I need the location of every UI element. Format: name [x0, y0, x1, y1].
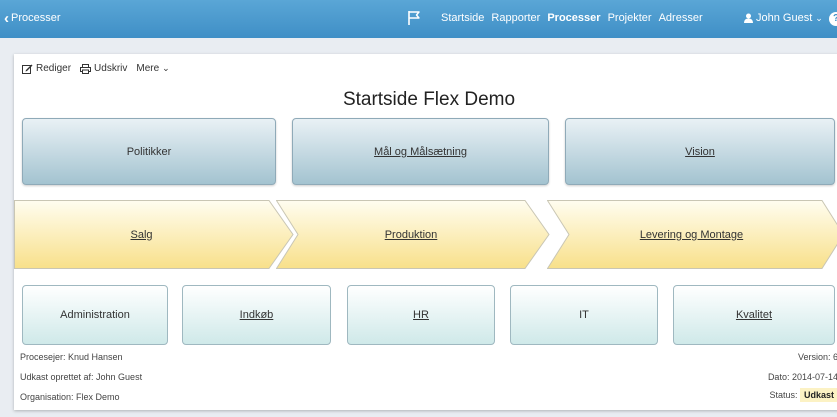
back-label: Processer	[11, 12, 61, 24]
user-name: John Guest	[756, 12, 813, 24]
edit-button[interactable]: Rediger	[22, 63, 71, 74]
draft-created-by: Udkast oprettet af: John Guest	[20, 372, 143, 382]
nav-startside[interactable]: Startside	[441, 12, 484, 24]
more-label: Mere	[136, 63, 160, 74]
nav-rapporter[interactable]: Rapporter	[491, 12, 540, 24]
arrow-label: Produktion	[384, 228, 438, 241]
process-arrow-produktion[interactable]: Produktion	[276, 200, 550, 269]
chevron-down-icon: ⌄	[815, 12, 823, 23]
back-to-processer-link[interactable]: ‹ Processer	[4, 9, 61, 27]
box-administration[interactable]: Administration	[22, 285, 168, 345]
top-navbar: ‹ Processer Startside Rapporter Processe…	[0, 0, 837, 38]
page-title: Startside Flex Demo	[342, 89, 516, 110]
nav-projekter[interactable]: Projekter	[608, 12, 652, 24]
flag-icon[interactable]	[407, 10, 421, 26]
chevron-down-icon: ⌄	[162, 63, 170, 73]
nav-processer[interactable]: Processer	[547, 12, 600, 24]
print-label: Udskriv	[94, 63, 128, 74]
status-badge: Udkast	[799, 388, 837, 402]
print-icon	[80, 63, 92, 74]
box-indkoeb[interactable]: Indkøb	[182, 285, 331, 345]
process-owner: Procesejer: Knud Hansen	[20, 352, 123, 362]
status-label: Status:	[769, 390, 798, 400]
box-vision[interactable]: Vision	[565, 118, 835, 185]
box-label: Politikker	[126, 145, 172, 158]
edit-icon	[22, 64, 33, 74]
date: Dato: 2014-07-14	[767, 372, 837, 382]
box-it[interactable]: IT	[510, 285, 658, 345]
box-label: Kvalitet	[735, 309, 773, 321]
box-label: IT	[579, 309, 589, 321]
arrow-label: Salg	[130, 228, 153, 241]
box-label: HR	[413, 309, 429, 321]
version: Version: 6	[797, 352, 837, 362]
status: Status: Udkast	[769, 388, 837, 402]
process-arrow-salg[interactable]: Salg	[14, 200, 294, 269]
user-icon	[744, 13, 753, 23]
help-icon[interactable]: ?	[829, 12, 837, 26]
edit-label: Rediger	[36, 63, 72, 74]
organisation: Organisation: Flex Demo	[20, 392, 120, 402]
main-nav: Startside Rapporter Processer Projekter …	[441, 12, 710, 24]
box-maal-og-maalsaetning[interactable]: Mål og Målsætning	[292, 118, 549, 185]
box-label: Vision	[685, 145, 715, 158]
nav-adresser[interactable]: Adresser	[659, 12, 703, 24]
box-politikker[interactable]: Politikker	[22, 118, 276, 185]
box-label: Mål og Målsætning	[374, 145, 467, 158]
box-label: Administration	[60, 309, 130, 321]
process-arrow-levering-og-montage[interactable]: Levering og Montage	[547, 200, 837, 269]
box-kvalitet[interactable]: Kvalitet	[673, 285, 835, 345]
toolbar: Rediger Udskriv Mere ⌄	[22, 63, 179, 74]
process-card: Rediger Udskriv Mere ⌄ Startside Flex De…	[14, 54, 837, 410]
arrow-label: Levering og Montage	[639, 228, 744, 241]
box-hr[interactable]: HR	[347, 285, 495, 345]
chevron-left-icon: ‹	[4, 9, 9, 27]
print-button[interactable]: Udskriv	[80, 63, 127, 74]
more-dropdown[interactable]: Mere ⌄	[136, 63, 169, 74]
user-menu[interactable]: John Guest ⌄	[744, 12, 823, 24]
box-label: Indkøb	[239, 309, 274, 321]
